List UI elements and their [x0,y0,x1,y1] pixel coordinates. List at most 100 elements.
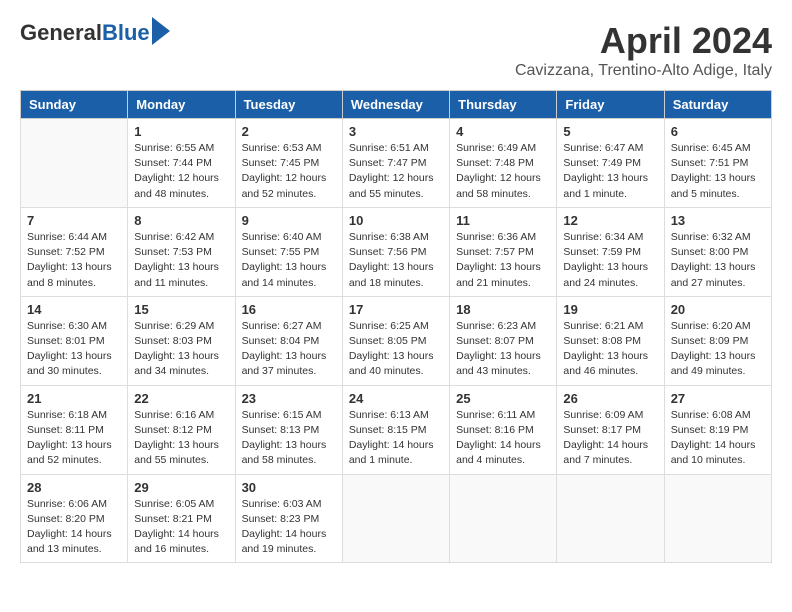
calendar-cell: 2 Sunrise: 6:53 AM Sunset: 7:45 PM Daylig… [235,119,342,208]
weekday-header: Thursday [450,91,557,119]
calendar-cell [342,474,449,563]
day-number: 3 [349,124,443,139]
day-number: 7 [27,213,121,228]
logo: General Blue [20,20,170,46]
day-info: Sunrise: 6:30 AM Sunset: 8:01 PM Dayligh… [27,319,121,380]
day-info: Sunrise: 6:44 AM Sunset: 7:52 PM Dayligh… [27,230,121,291]
day-info: Sunrise: 6:25 AM Sunset: 8:05 PM Dayligh… [349,319,443,380]
day-info: Sunrise: 6:45 AM Sunset: 7:51 PM Dayligh… [671,141,765,202]
day-number: 22 [134,391,228,406]
calendar-cell: 4Sunrise: 6:49 AM Sunset: 7:48 PM Daylig… [450,119,557,208]
day-number: 11 [456,213,550,228]
day-number: 30 [242,480,336,495]
day-info: Sunrise: 6:36 AM Sunset: 7:57 PM Dayligh… [456,230,550,291]
calendar-header-row: SundayMondayTuesdayWednesdayThursdayFrid… [21,91,772,119]
day-number: 6 [671,124,765,139]
day-number: 26 [563,391,657,406]
day-info: Sunrise: 6:32 AM Sunset: 8:00 PM Dayligh… [671,230,765,291]
day-info: Sunrise: 6:42 AM Sunset: 7:53 PM Dayligh… [134,230,228,291]
calendar-cell: 17 Sunrise: 6:25 AM Sunset: 8:05 PM Dayli… [342,296,449,385]
calendar-cell: 16Sunrise: 6:27 AM Sunset: 8:04 PM Dayli… [235,296,342,385]
page-title: April 2024 [515,20,772,62]
day-info: Sunrise: 6:55 AM Sunset: 7:44 PM Dayligh… [134,141,228,202]
calendar-cell: 3 Sunrise: 6:51 AM Sunset: 7:47 PM Daylig… [342,119,449,208]
day-number: 1 [134,124,228,139]
calendar-cell: 29Sunrise: 6:05 AM Sunset: 8:21 PM Dayli… [128,474,235,563]
day-info: Sunrise: 6:21 AM Sunset: 8:08 PM Dayligh… [563,319,657,380]
calendar-cell: 28Sunrise: 6:06 AM Sunset: 8:20 PM Dayli… [21,474,128,563]
day-info: Sunrise: 6:06 AM Sunset: 8:20 PM Dayligh… [27,497,121,558]
day-info: Sunrise: 6:34 AM Sunset: 7:59 PM Dayligh… [563,230,657,291]
page-subtitle: Cavizzana, Trentino-Alto Adige, Italy [515,62,772,80]
day-info: Sunrise: 6:20 AM Sunset: 8:09 PM Dayligh… [671,319,765,380]
day-info: Sunrise: 6:11 AM Sunset: 8:16 PM Dayligh… [456,408,550,469]
day-info: Sunrise: 6:53 AM Sunset: 7:45 PM Dayligh… [242,141,336,202]
day-number: 17 [349,302,443,317]
calendar-cell: 5 Sunrise: 6:47 AM Sunset: 7:49 PM Daylig… [557,119,664,208]
day-info: Sunrise: 6:15 AM Sunset: 8:13 PM Dayligh… [242,408,336,469]
calendar-cell: 18 Sunrise: 6:23 AM Sunset: 8:07 PM Dayli… [450,296,557,385]
calendar-week-row: 7 Sunrise: 6:44 AM Sunset: 7:52 PM Daylig… [21,207,772,296]
calendar-cell: 13Sunrise: 6:32 AM Sunset: 8:00 PM Dayli… [664,207,771,296]
calendar-cell: 15 Sunrise: 6:29 AM Sunset: 8:03 PM Dayli… [128,296,235,385]
day-info: Sunrise: 6:49 AM Sunset: 7:48 PM Dayligh… [456,141,550,202]
day-number: 12 [563,213,657,228]
calendar-cell: 8Sunrise: 6:42 AM Sunset: 7:53 PM Daylig… [128,207,235,296]
calendar-cell: 30 Sunrise: 6:03 AM Sunset: 8:23 PM Dayli… [235,474,342,563]
day-number: 9 [242,213,336,228]
weekday-header: Tuesday [235,91,342,119]
day-info: Sunrise: 6:13 AM Sunset: 8:15 PM Dayligh… [349,408,443,469]
day-number: 5 [563,124,657,139]
calendar-cell: 12 Sunrise: 6:34 AM Sunset: 7:59 PM Dayli… [557,207,664,296]
day-number: 10 [349,213,443,228]
day-number: 14 [27,302,121,317]
logo-arrow-icon [152,17,170,45]
calendar-cell: 22Sunrise: 6:16 AM Sunset: 8:12 PM Dayli… [128,385,235,474]
calendar-cell: 1 Sunrise: 6:55 AM Sunset: 7:44 PM Daylig… [128,119,235,208]
calendar-cell: 10 Sunrise: 6:38 AM Sunset: 7:56 PM Dayli… [342,207,449,296]
calendar-week-row: 28Sunrise: 6:06 AM Sunset: 8:20 PM Dayli… [21,474,772,563]
calendar-table: SundayMondayTuesdayWednesdayThursdayFrid… [20,90,772,563]
day-number: 20 [671,302,765,317]
day-number: 23 [242,391,336,406]
day-number: 2 [242,124,336,139]
day-info: Sunrise: 6:03 AM Sunset: 8:23 PM Dayligh… [242,497,336,558]
calendar-cell [21,119,128,208]
day-info: Sunrise: 6:38 AM Sunset: 7:56 PM Dayligh… [349,230,443,291]
weekday-header: Sunday [21,91,128,119]
day-info: Sunrise: 6:51 AM Sunset: 7:47 PM Dayligh… [349,141,443,202]
calendar-week-row: 21Sunrise: 6:18 AM Sunset: 8:11 PM Dayli… [21,385,772,474]
calendar-cell: 6 Sunrise: 6:45 AM Sunset: 7:51 PM Daylig… [664,119,771,208]
weekday-header: Friday [557,91,664,119]
weekday-header: Wednesday [342,91,449,119]
logo-general-text: General [20,20,102,46]
day-info: Sunrise: 6:23 AM Sunset: 8:07 PM Dayligh… [456,319,550,380]
calendar-week-row: 1 Sunrise: 6:55 AM Sunset: 7:44 PM Daylig… [21,119,772,208]
weekday-header: Monday [128,91,235,119]
calendar-cell: 25 Sunrise: 6:11 AM Sunset: 8:16 PM Dayli… [450,385,557,474]
day-number: 15 [134,302,228,317]
day-number: 18 [456,302,550,317]
day-info: Sunrise: 6:09 AM Sunset: 8:17 PM Dayligh… [563,408,657,469]
page-header: General Blue April 2024 Cavizzana, Trent… [20,20,772,80]
calendar-cell: 11 Sunrise: 6:36 AM Sunset: 7:57 PM Dayli… [450,207,557,296]
day-number: 25 [456,391,550,406]
calendar-cell: 26 Sunrise: 6:09 AM Sunset: 8:17 PM Dayli… [557,385,664,474]
calendar-week-row: 14 Sunrise: 6:30 AM Sunset: 8:01 PM Dayli… [21,296,772,385]
calendar-cell: 7 Sunrise: 6:44 AM Sunset: 7:52 PM Daylig… [21,207,128,296]
calendar-cell: 14 Sunrise: 6:30 AM Sunset: 8:01 PM Dayli… [21,296,128,385]
calendar-cell [450,474,557,563]
day-info: Sunrise: 6:05 AM Sunset: 8:21 PM Dayligh… [134,497,228,558]
calendar-cell: 19Sunrise: 6:21 AM Sunset: 8:08 PM Dayli… [557,296,664,385]
calendar-cell: 23 Sunrise: 6:15 AM Sunset: 8:13 PM Dayli… [235,385,342,474]
calendar-cell [557,474,664,563]
calendar-cell: 24 Sunrise: 6:13 AM Sunset: 8:15 PM Dayli… [342,385,449,474]
day-number: 16 [242,302,336,317]
day-info: Sunrise: 6:47 AM Sunset: 7:49 PM Dayligh… [563,141,657,202]
calendar-cell: 20 Sunrise: 6:20 AM Sunset: 8:09 PM Dayli… [664,296,771,385]
title-block: April 2024 Cavizzana, Trentino-Alto Adig… [515,20,772,80]
day-number: 24 [349,391,443,406]
calendar-cell: 27Sunrise: 6:08 AM Sunset: 8:19 PM Dayli… [664,385,771,474]
weekday-header: Saturday [664,91,771,119]
day-info: Sunrise: 6:29 AM Sunset: 8:03 PM Dayligh… [134,319,228,380]
